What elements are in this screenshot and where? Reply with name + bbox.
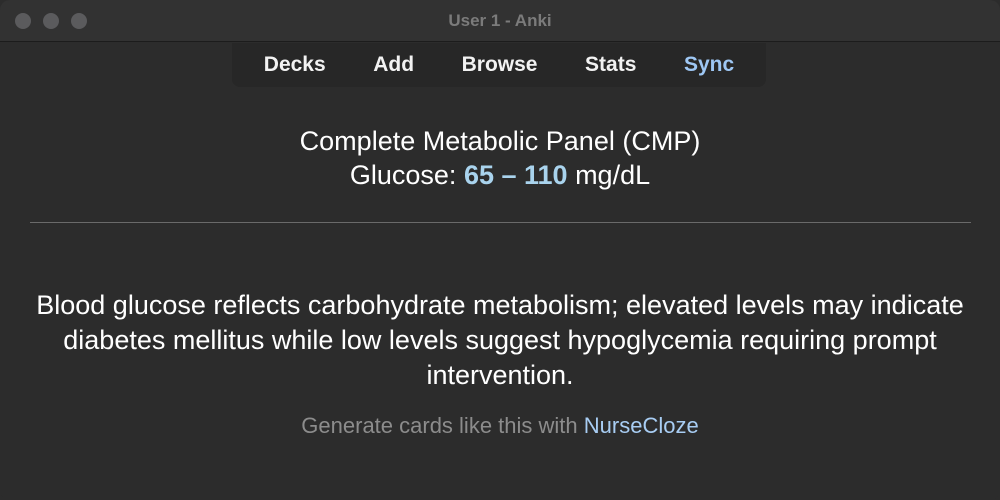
promo-line: Generate cards like this with NurseCloze — [0, 412, 1000, 440]
window-title: User 1 - Anki — [448, 11, 552, 30]
main-toolbar: Decks Add Browse Stats Sync — [232, 43, 766, 87]
card-back-text: Blood glucose reflects carbohydrate meta… — [36, 290, 964, 390]
toolbar-browse[interactable]: Browse — [462, 53, 538, 77]
promo-text: Generate cards like this with — [301, 413, 584, 438]
card-front-glucose: Glucose: 65 – 110 mg/dL — [0, 158, 1000, 192]
answer-divider — [30, 222, 971, 223]
toolbar-add[interactable]: Add — [373, 53, 414, 77]
glucose-unit: mg/dL — [567, 160, 651, 190]
toolbar-sync[interactable]: Sync — [684, 53, 734, 77]
nursecloze-link[interactable]: NurseCloze — [584, 413, 699, 438]
glucose-label: Glucose: — [349, 160, 464, 190]
toolbar-stats[interactable]: Stats — [585, 53, 636, 77]
title-bar: User 1 - Anki — [0, 0, 1000, 42]
toolbar-decks[interactable]: Decks — [264, 53, 326, 77]
anki-window: User 1 - Anki Decks Add Browse Stats Syn… — [0, 0, 1000, 500]
glucose-range: 65 – 110 — [463, 160, 568, 190]
card-front: Complete Metabolic Panel (CMP) Glucose: … — [0, 124, 1000, 192]
card-front-title: Complete Metabolic Panel (CMP) — [299, 126, 701, 156]
